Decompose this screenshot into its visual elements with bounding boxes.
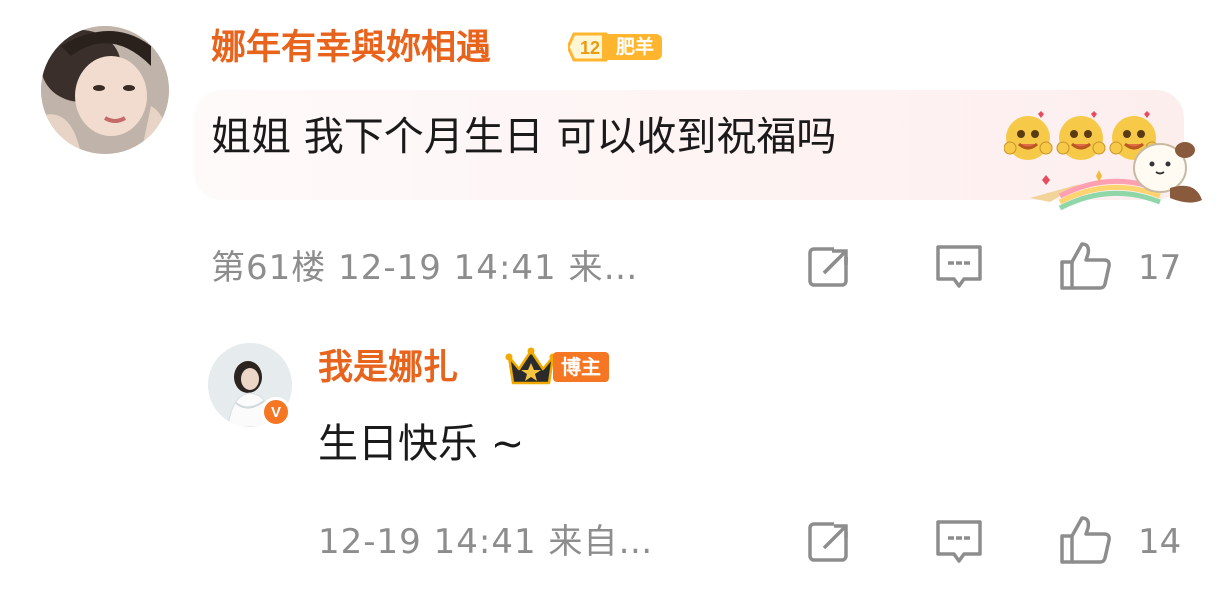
reply-text: 生日快乐 ~ <box>318 421 525 467</box>
reply-meta: 12-19 14:41 来自… <box>318 522 654 562</box>
comment-meta: 第61楼 12-19 14:41 来… <box>211 248 639 288</box>
like-icon[interactable] <box>1058 514 1114 566</box>
repost-icon[interactable] <box>806 243 854 291</box>
bubble-decoration-sticker <box>1020 140 1204 211</box>
host-username[interactable]: 我是娜扎 <box>318 348 458 388</box>
comment-text-content: 姐姐 我下个月生日 可以收到祝福吗 <box>211 114 837 160</box>
commenter-username[interactable]: 娜年有幸與妳相遇 <box>211 28 491 68</box>
verified-icon: V <box>261 397 291 427</box>
comment-text: 姐姐 我下个月生日 可以收到祝福吗 <box>211 113 836 161</box>
host-label: 博主 <box>553 352 609 382</box>
repost-icon[interactable] <box>806 518 854 566</box>
host-badge: 博主 <box>505 347 609 387</box>
commenter-avatar[interactable] <box>41 26 169 154</box>
comment-icon[interactable] <box>934 518 984 566</box>
avatar-photo <box>41 26 169 154</box>
like-count: 17 <box>1138 248 1182 288</box>
fan-level-badge[interactable]: 12 肥羊 <box>568 30 663 64</box>
comment-icon[interactable] <box>934 243 984 291</box>
fan-level-number: 12 <box>580 38 600 58</box>
verified-mark: V <box>270 403 281 421</box>
like-count: 14 <box>1138 522 1182 562</box>
crown-icon <box>505 347 557 385</box>
like-icon[interactable] <box>1058 240 1114 292</box>
fan-label: 肥羊 <box>602 34 663 60</box>
